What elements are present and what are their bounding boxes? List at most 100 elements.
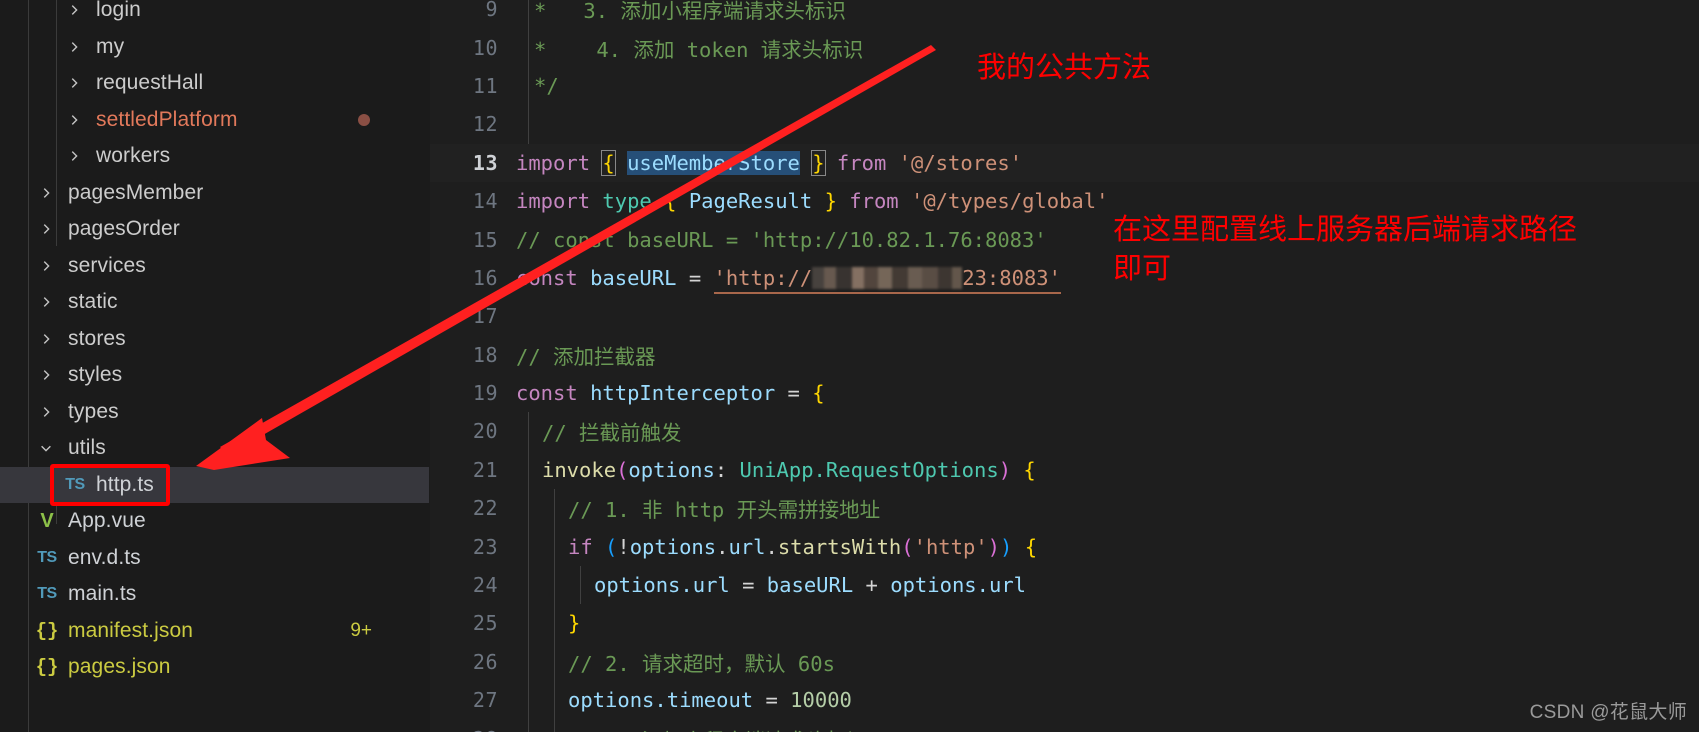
json-file-icon: {} (35, 656, 59, 679)
tree-item-pagesmember[interactable]: pagesMember (0, 175, 429, 212)
line-number: 19 (472, 381, 498, 406)
code-line[interactable]: 22 // 1. 非 http 开头需拼接地址 (430, 489, 1699, 528)
tree-item-label: login (96, 0, 141, 22)
code-line[interactable]: 20 // 拦截前触发 (430, 412, 1699, 451)
code-line[interactable]: 14 import type { PageResult } from '@/ty… (430, 182, 1699, 220)
code-line[interactable]: 26 // 2. 请求超时，默认 60s (430, 642, 1699, 682)
line-content: import { useMemberStore } from '@/stores… (516, 149, 1023, 176)
tree-item-label: stores (68, 326, 126, 350)
bracket-open: { (664, 189, 677, 214)
comment-token: // 1. 非 http 开头需拼接地址 (568, 498, 881, 523)
tree-item-services[interactable]: services (0, 248, 429, 285)
tree-item-label: requestHall (96, 71, 204, 95)
keyword-import: import (516, 150, 591, 175)
keyword-import: import (516, 189, 591, 214)
selected-symbol[interactable]: useMemberStore (627, 150, 800, 175)
chevron-right-icon[interactable] (34, 405, 58, 419)
chevron-right-icon[interactable] (34, 332, 58, 346)
tree-item-label: http.ts (96, 472, 154, 496)
code-line[interactable]: 19 const httpInterceptor = { (430, 374, 1699, 412)
chevron-right-icon[interactable] (34, 368, 58, 382)
tree-item-manifest-json[interactable]: {} manifest.json 9+ (0, 613, 429, 650)
assign-lhs: options.timeout (568, 688, 754, 713)
code-line-active[interactable]: 13 import { useMemberStore } from '@/sto… (430, 143, 1699, 182)
line-number: 10 (472, 35, 498, 60)
code-editor[interactable]: 9 * 3. 添加小程序端请求头标识 10 * 4. 添加 token 请求头标识… (430, 0, 1699, 732)
paren-close: ) (998, 457, 1012, 482)
json-file-icon: {} (35, 619, 59, 642)
indent-guide (528, 642, 529, 682)
paren-open: ( (616, 457, 629, 482)
code-line[interactable]: 18 // 添加拦截器 (430, 336, 1699, 374)
code-line[interactable]: 17 (430, 297, 1699, 335)
line-number: 21 (472, 457, 498, 482)
indent-guide (554, 604, 555, 643)
keyword-const: const (516, 381, 578, 406)
ts-file-icon: TS (37, 548, 57, 566)
chevron-right-icon[interactable] (34, 222, 58, 236)
code-lines[interactable]: 9 * 3. 添加小程序端请求头标识 10 * 4. 添加 token 请求头标识… (430, 0, 1699, 732)
code-line[interactable]: 25 } (430, 604, 1699, 643)
tree-item-pagesorder[interactable]: pagesOrder (0, 211, 429, 248)
chevron-right-icon[interactable] (34, 295, 58, 309)
tree-item-settledplatform[interactable]: settledPlatform (0, 102, 429, 139)
indent-guide (528, 565, 529, 605)
tree-item-app-vue[interactable]: V App.vue (0, 503, 429, 540)
tree-item-label: services (68, 253, 146, 277)
line-number: 14 (472, 189, 498, 214)
vue-file-icon: V (40, 510, 54, 533)
code-line[interactable]: 28 // 3. 添加小程序端请求头标识 (430, 719, 1699, 732)
tree-item-types[interactable]: types (0, 394, 429, 431)
indent-guide (528, 66, 529, 106)
tree-item-env-d-ts[interactable]: TS env.d.ts (0, 540, 429, 577)
tree-item-styles[interactable]: styles (0, 357, 429, 394)
code-line[interactable]: 10 * 4. 添加 token 请求头标识 (430, 28, 1699, 67)
tree-item-workers[interactable]: workers (0, 138, 429, 175)
chevron-right-icon[interactable] (62, 149, 86, 163)
tree-item-static[interactable]: static (0, 284, 429, 321)
line-content: // 2. 请求超时，默认 60s (516, 647, 835, 677)
keyword-from: from (849, 189, 899, 214)
code-line[interactable]: 27 options.timeout = 10000 (430, 681, 1699, 720)
tree-item-login[interactable]: login (0, 0, 429, 29)
code-line[interactable]: 11 */ (430, 66, 1699, 106)
tree-item-utils[interactable]: utils (0, 430, 429, 467)
line-number: 18 (472, 342, 498, 367)
chevron-down-icon[interactable] (34, 441, 58, 455)
comment-end-token: */ (534, 73, 559, 98)
code-line[interactable]: 23 if (!options.url.startsWith('http')) … (430, 527, 1699, 566)
tree-item-http-ts[interactable]: TS http.ts (0, 466, 429, 503)
colon: : (714, 457, 740, 482)
indent-guide (528, 719, 529, 732)
chevron-right-icon[interactable] (34, 186, 58, 200)
tree-item-stores[interactable]: stores (0, 321, 429, 358)
line-number: 9 (485, 0, 498, 22)
code-line[interactable]: 12 (430, 105, 1699, 144)
line-number: 13 (472, 150, 498, 175)
chevron-right-icon[interactable] (62, 3, 86, 17)
line-content: invoke(options: UniApp.RequestOptions) { (516, 458, 1036, 482)
code-line[interactable]: 9 * 3. 添加小程序端请求头标识 (430, 0, 1699, 29)
tree-item-my[interactable]: my (0, 29, 429, 66)
chevron-right-icon[interactable] (62, 40, 86, 54)
tree-item-pages-json[interactable]: {} pages.json (0, 649, 429, 686)
line-number: 23 (472, 534, 498, 559)
file-explorer-sidebar[interactable]: login my requestHall settledPlatform workers… (0, 0, 430, 732)
indent-guide (528, 604, 529, 643)
code-line[interactable]: 21 invoke(options: UniApp.RequestOptions… (430, 450, 1699, 490)
code-line[interactable]: 16 const baseURL = 'http://23:8083' (430, 259, 1699, 297)
line-number: 12 (472, 112, 498, 137)
chevron-right-icon[interactable] (34, 259, 58, 273)
line-number: 22 (472, 496, 498, 521)
chevron-right-icon[interactable] (62, 76, 86, 90)
indent-guide (528, 28, 529, 67)
line-content: options.timeout = 10000 (516, 688, 852, 712)
tree-item-main-ts[interactable]: TS main.ts (0, 576, 429, 613)
chevron-right-icon[interactable] (62, 113, 86, 127)
code-line[interactable]: 24 options.url = baseURL + options.url (430, 565, 1699, 605)
module-string: '@/stores' (898, 150, 1023, 175)
tree-item-requesthall[interactable]: requestHall (0, 65, 429, 102)
comment-token: // 3. 添加小程序端请求头标识 (568, 729, 868, 732)
file-tree[interactable]: login my requestHall settledPlatform workers… (0, 0, 429, 686)
code-line[interactable]: 15 // const baseURL = 'http://10.82.1.76… (430, 220, 1699, 258)
